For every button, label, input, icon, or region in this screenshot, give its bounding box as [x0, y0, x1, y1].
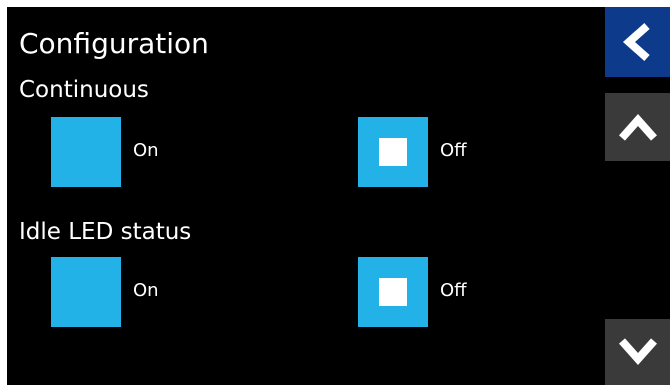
- configuration-screen: Configuration Continuous On Off Idle LED…: [7, 7, 670, 385]
- option-label: On: [133, 280, 159, 301]
- back-button[interactable]: [605, 7, 670, 77]
- option-label: On: [133, 140, 159, 161]
- chevron-left-icon: [622, 23, 650, 61]
- option-label: Off: [440, 140, 467, 161]
- chevron-up-icon: [618, 113, 657, 141]
- chevron-down-icon: [618, 338, 657, 366]
- section-label-continuous: Continuous: [19, 77, 149, 103]
- option-box[interactable]: [358, 117, 428, 187]
- selected-indicator: [379, 138, 407, 166]
- scroll-up-button[interactable]: [605, 93, 670, 161]
- section-label-idle-led-status: Idle LED status: [19, 219, 192, 245]
- option-label: Off: [440, 280, 467, 301]
- option-box[interactable]: [51, 257, 121, 327]
- scroll-down-button[interactable]: [605, 319, 670, 385]
- page-title: Configuration: [19, 27, 209, 60]
- option-box[interactable]: [51, 117, 121, 187]
- selected-indicator: [379, 278, 407, 306]
- option-box[interactable]: [358, 257, 428, 327]
